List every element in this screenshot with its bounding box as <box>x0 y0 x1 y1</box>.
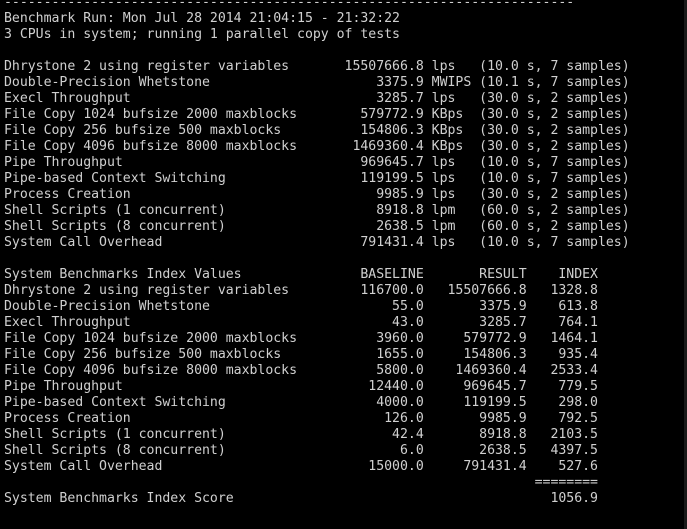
terminal-line: Double-Precision Whetstone 55.0 3375.9 6… <box>4 299 598 314</box>
terminal-line: Pipe-based Context Switching 119199.5 lp… <box>4 171 630 186</box>
terminal-line: Execl Throughput 3285.7 lps (30.0 s, 2 s… <box>4 91 630 106</box>
terminal-line: File Copy 1024 bufsize 2000 maxblocks 39… <box>4 331 598 346</box>
terminal-line: ======== <box>4 475 598 490</box>
terminal-line: Shell Scripts (8 concurrent) 6.0 2638.5 … <box>4 443 598 458</box>
terminal-line: Process Creation 126.0 9985.9 792.5 <box>4 411 598 426</box>
terminal-line: Dhrystone 2 using register variables 155… <box>4 59 630 74</box>
terminal-line: Pipe-based Context Switching 4000.0 1191… <box>4 395 598 410</box>
terminal-line: Pipe Throughput 969645.7 lps (10.0 s, 7 … <box>4 155 630 170</box>
terminal-line: File Copy 4096 bufsize 8000 maxblocks 14… <box>4 139 630 154</box>
terminal-line: Pipe Throughput 12440.0 969645.7 779.5 <box>4 379 598 394</box>
terminal-line: Shell Scripts (1 concurrent) 8918.8 lpm … <box>4 203 630 218</box>
terminal-line: Benchmark Run: Mon Jul 28 2014 21:04:15 … <box>4 11 400 26</box>
terminal-line: File Copy 256 bufsize 500 maxblocks 1548… <box>4 123 630 138</box>
terminal-window[interactable]: ----------------------------------------… <box>0 0 687 529</box>
terminal-line: 3 CPUs in system; running 1 parallel cop… <box>4 27 400 42</box>
terminal-line: Process Creation 9985.9 lps (30.0 s, 2 s… <box>4 187 630 202</box>
terminal-line: Double-Precision Whetstone 3375.9 MWIPS … <box>4 75 630 90</box>
terminal-line: Shell Scripts (1 concurrent) 42.4 8918.8… <box>4 427 598 442</box>
terminal-line: File Copy 256 bufsize 500 maxblocks 1655… <box>4 347 598 362</box>
terminal-line: Shell Scripts (8 concurrent) 2638.5 lpm … <box>4 219 630 234</box>
terminal-line: System Benchmarks Index Values BASELINE … <box>4 267 598 282</box>
terminal-line: System Benchmarks Index Score 1056.9 <box>4 491 598 506</box>
terminal-line: System Call Overhead 791431.4 lps (10.0 … <box>4 235 630 250</box>
terminal-line: System Call Overhead 15000.0 791431.4 52… <box>4 459 598 474</box>
terminal-line: File Copy 1024 bufsize 2000 maxblocks 57… <box>4 107 630 122</box>
terminal-line: Dhrystone 2 using register variables 116… <box>4 283 598 298</box>
terminal-line: File Copy 4096 bufsize 8000 maxblocks 58… <box>4 363 598 378</box>
terminal-output: ----------------------------------------… <box>4 0 630 507</box>
terminal-line: ----------------------------------------… <box>4 0 575 10</box>
terminal-line: Execl Throughput 43.0 3285.7 764.1 <box>4 315 598 330</box>
